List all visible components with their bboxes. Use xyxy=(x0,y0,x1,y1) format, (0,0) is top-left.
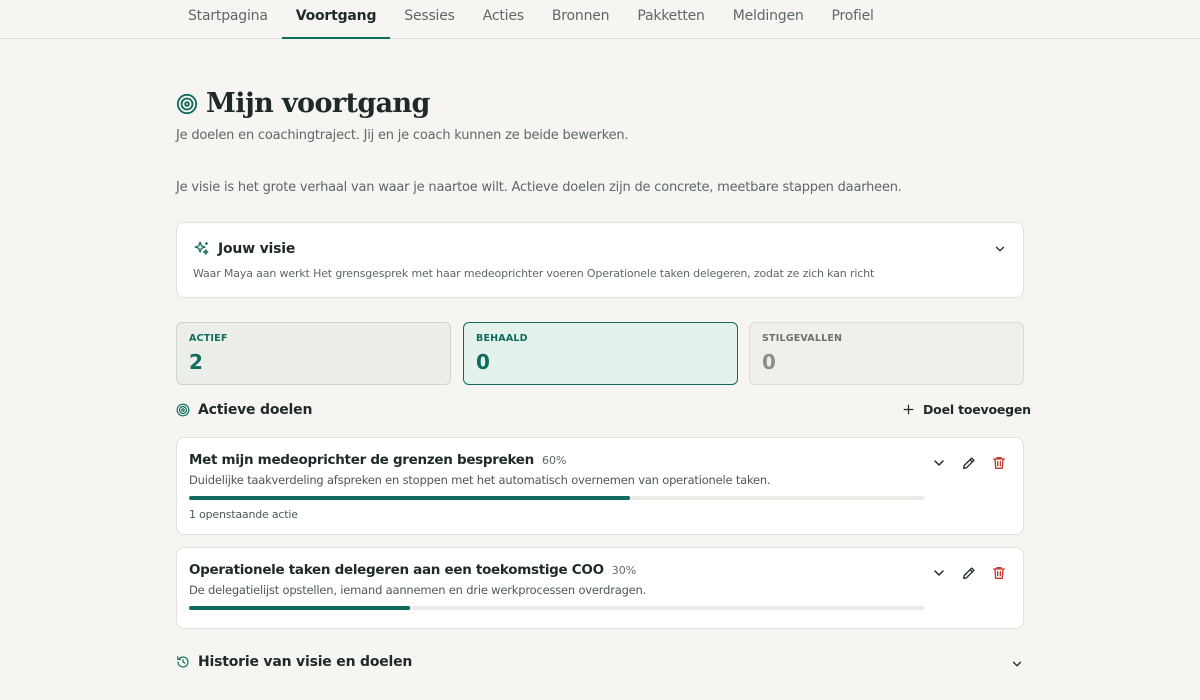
goal-title: Met mijn medeoprichter de grenzen bespre… xyxy=(189,452,534,468)
history-title: Historie van visie en doelen xyxy=(198,654,413,670)
goal-open-actions: 1 openstaande actie xyxy=(189,508,298,521)
nav-tabs: Startpagina Voortgang Sessies Acties Bro… xyxy=(174,0,888,39)
goal-description: Duidelijke taakverdeling afspreken en st… xyxy=(189,473,771,487)
goal-actions xyxy=(931,455,1007,471)
stat-achieved-value: 0 xyxy=(476,350,490,374)
active-goals-title: Actieve doelen xyxy=(198,402,313,418)
target-icon xyxy=(176,403,190,417)
vision-header: Jouw visie xyxy=(193,240,295,257)
history-header: Historie van visie en doelen xyxy=(176,654,412,670)
goal-percent: 30% xyxy=(611,564,637,577)
chevron-down-icon[interactable] xyxy=(1010,657,1024,671)
vision-text: Waar Maya aan werkt Het grensgesprek met… xyxy=(193,267,875,280)
stat-stopped-label: STILGEVALLEN xyxy=(762,333,843,344)
tab-voortgang[interactable]: Voortgang xyxy=(281,0,391,39)
page-title: Mijn voortgang xyxy=(206,88,430,119)
vision-card[interactable]: Jouw visie Waar Maya aan werkt Het grens… xyxy=(176,222,1024,298)
vision-title: Jouw visie xyxy=(218,240,296,257)
page-subtitle: Je doelen en coachingtraject. Jij en je … xyxy=(176,128,629,143)
trash-icon[interactable] xyxy=(991,455,1007,471)
stat-stopped-value: 0 xyxy=(762,350,776,374)
trash-icon[interactable] xyxy=(991,565,1007,581)
stat-achieved: BEHAALD 0 xyxy=(463,322,738,385)
goal-title: Operationele taken delegeren aan een toe… xyxy=(189,562,604,578)
tab-profiel[interactable]: Profiel xyxy=(818,0,888,39)
goal-title-row: Met mijn medeoprichter de grenzen bespre… xyxy=(189,452,566,468)
page-intro: Je visie is het grote verhaal van waar j… xyxy=(176,180,902,195)
goal-progress-bar xyxy=(189,496,924,500)
stat-active-label: ACTIEF xyxy=(189,333,228,344)
history-toggle[interactable]: Historie van visie en doelen xyxy=(176,654,1024,674)
stat-stopped: STILGEVALLEN 0 xyxy=(749,322,1024,385)
goal-title-row: Operationele taken delegeren aan een toe… xyxy=(189,562,636,578)
sparkles-icon xyxy=(194,241,209,255)
stat-achieved-label: BEHAALD xyxy=(476,333,528,344)
edit-pencil-icon[interactable] xyxy=(961,565,977,581)
tab-startpagina[interactable]: Startpagina xyxy=(174,0,282,39)
chevron-down-icon[interactable] xyxy=(931,565,947,581)
chevron-down-icon[interactable] xyxy=(993,242,1007,256)
add-goal-label: Doel toevoegen xyxy=(923,402,1031,417)
goal-card[interactable]: Met mijn medeoprichter de grenzen bespre… xyxy=(176,437,1024,535)
chevron-down-icon[interactable] xyxy=(931,455,947,471)
goal-progress-bar xyxy=(189,606,924,610)
edit-pencil-icon[interactable] xyxy=(961,455,977,471)
stat-active: ACTIEF 2 xyxy=(176,322,451,385)
goal-description: De delegatielijst opstellen, iemand aann… xyxy=(189,583,647,597)
active-goals-header: Actieve doelen xyxy=(176,402,312,418)
tab-bronnen[interactable]: Bronnen xyxy=(538,0,623,39)
tab-pakketten[interactable]: Pakketten xyxy=(623,0,718,39)
plus-icon xyxy=(903,404,914,415)
history-icon xyxy=(177,656,189,668)
goal-percent: 60% xyxy=(541,454,567,467)
tab-meldingen[interactable]: Meldingen xyxy=(719,0,818,39)
tab-acties[interactable]: Acties xyxy=(469,0,538,39)
top-navigation: Startpagina Voortgang Sessies Acties Bro… xyxy=(0,0,1200,39)
goal-progress-fill xyxy=(189,496,630,500)
page-header: Mijn voortgang xyxy=(176,88,430,119)
stat-active-value: 2 xyxy=(189,350,203,374)
goal-progress-fill xyxy=(189,606,410,610)
goal-actions xyxy=(931,565,1007,581)
add-goal-button[interactable]: Doel toevoegen xyxy=(902,402,1031,417)
goal-card[interactable]: Operationele taken delegeren aan een toe… xyxy=(176,547,1024,629)
tab-sessies[interactable]: Sessies xyxy=(390,0,469,39)
target-icon xyxy=(176,93,198,114)
